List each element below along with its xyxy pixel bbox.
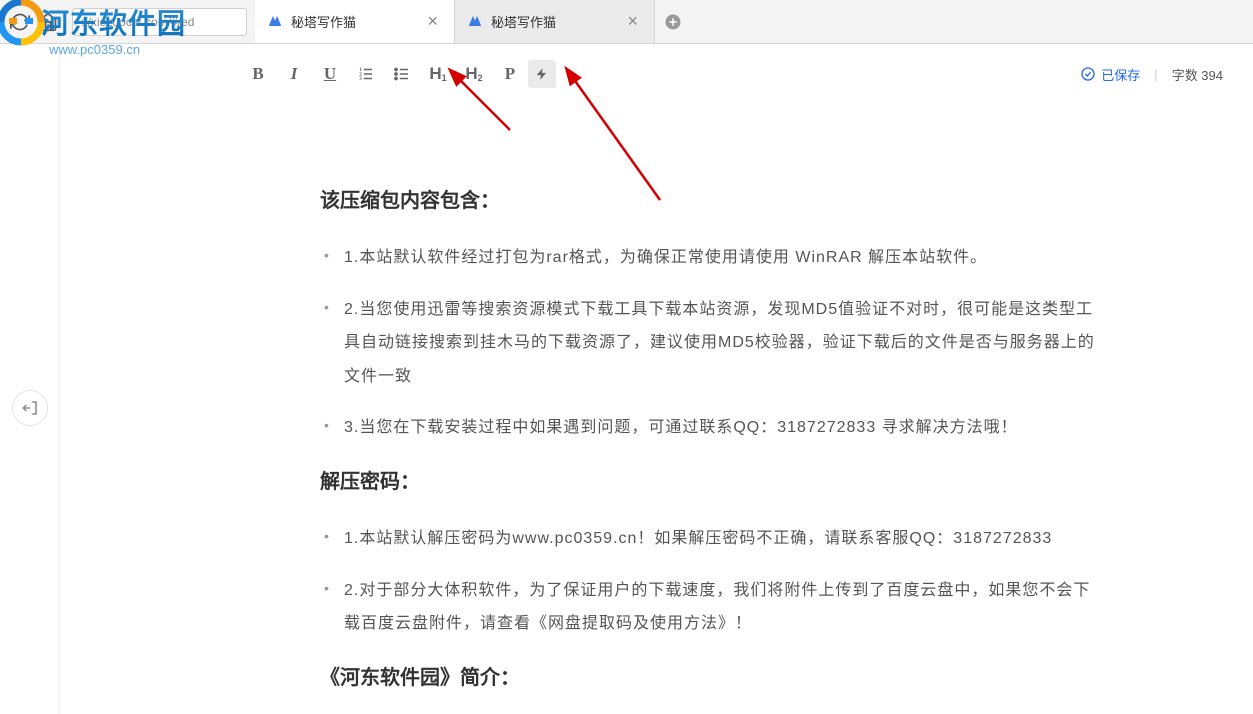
browser-bar: ://xiezuocat.com/#/ed 秘塔写作猫 × 秘塔写作猫 × bbox=[0, 0, 1253, 44]
italic-button[interactable]: I bbox=[276, 56, 312, 92]
reload-icon[interactable] bbox=[10, 12, 30, 32]
h1-button[interactable]: H1 bbox=[420, 56, 456, 92]
bold-button[interactable]: B bbox=[240, 56, 276, 92]
close-icon[interactable]: × bbox=[623, 11, 642, 32]
lightning-button[interactable] bbox=[528, 60, 556, 88]
left-sidebar bbox=[0, 44, 60, 714]
check-circle-icon bbox=[1080, 66, 1096, 82]
heading-1: 该压缩包内容包含： bbox=[320, 184, 1103, 213]
list-item: 2.对于部分大体积软件，为了保证用户的下载速度，我们将附件上传到了百度云盘中，如… bbox=[344, 574, 1103, 641]
heading-3: 《河东软件园》简介： bbox=[320, 661, 1103, 690]
app-container: B I U 123 H1 H2 P 已保存 | 字数 394 该压缩包内容包含：… bbox=[0, 44, 1253, 714]
word-count: 字数 394 bbox=[1172, 65, 1223, 84]
close-icon[interactable]: × bbox=[423, 11, 442, 32]
tabs-container: 秘塔写作猫 × 秘塔写作猫 × bbox=[255, 0, 691, 43]
unordered-list-button[interactable] bbox=[384, 56, 420, 92]
paragraph-button[interactable]: P bbox=[492, 56, 528, 92]
unordered-list-icon bbox=[393, 65, 411, 83]
nav-controls bbox=[0, 12, 68, 32]
lightning-icon bbox=[535, 67, 549, 81]
url-text: ://xiezuocat.com/#/ed bbox=[81, 15, 194, 29]
saved-status: 已保存 bbox=[1080, 65, 1140, 84]
list-1: 1.本站默认软件经过打包为rar格式，为确保正常使用请使用 WinRAR 解压本… bbox=[320, 241, 1103, 445]
heading-2: 解压密码： bbox=[320, 465, 1103, 494]
status-area: 已保存 | 字数 394 bbox=[1080, 65, 1223, 84]
svg-text:3: 3 bbox=[359, 76, 362, 82]
h2-button[interactable]: H2 bbox=[456, 56, 492, 92]
ordered-list-icon: 123 bbox=[357, 65, 375, 83]
underline-button[interactable]: U bbox=[312, 56, 348, 92]
plus-icon bbox=[664, 13, 682, 31]
list-item: 1.本站默认软件经过打包为rar格式，为确保正常使用请使用 WinRAR 解压本… bbox=[344, 241, 1103, 275]
sidebar-collapse-button[interactable] bbox=[12, 390, 48, 426]
tab-1[interactable]: 秘塔写作猫 × bbox=[455, 0, 655, 43]
list-item: 1.本站默认解压密码为www.pc0359.cn！如果解压密码不正确，请联系客服… bbox=[344, 522, 1103, 556]
tab-title: 秘塔写作猫 bbox=[291, 12, 423, 31]
ordered-list-button[interactable]: 123 bbox=[348, 56, 384, 92]
editor-toolbar: B I U 123 H1 H2 P 已保存 | 字数 394 bbox=[60, 44, 1253, 104]
tab-title: 秘塔写作猫 bbox=[491, 12, 623, 31]
url-bar[interactable]: ://xiezuocat.com/#/ed bbox=[72, 8, 247, 36]
new-tab-button[interactable] bbox=[655, 0, 691, 43]
list-item: 3.当您在下载安装过程中如果遇到问题，可通过联系QQ：3187272833 寻求… bbox=[344, 411, 1103, 445]
divider: | bbox=[1154, 67, 1157, 82]
tab-favicon-icon bbox=[267, 14, 283, 30]
home-icon[interactable] bbox=[38, 12, 58, 32]
editor-content[interactable]: 该压缩包内容包含： 1.本站默认软件经过打包为rar格式，为确保正常使用请使用 … bbox=[60, 104, 1253, 714]
list-2: 1.本站默认解压密码为www.pc0359.cn！如果解压密码不正确，请联系客服… bbox=[320, 522, 1103, 641]
collapse-icon bbox=[21, 399, 39, 417]
tab-favicon-icon bbox=[467, 14, 483, 30]
list-item: 2.当您使用迅雷等搜索资源模式下载工具下载本站资源，发现MD5值验证不对时，很可… bbox=[344, 293, 1103, 394]
tab-0[interactable]: 秘塔写作猫 × bbox=[255, 0, 455, 43]
